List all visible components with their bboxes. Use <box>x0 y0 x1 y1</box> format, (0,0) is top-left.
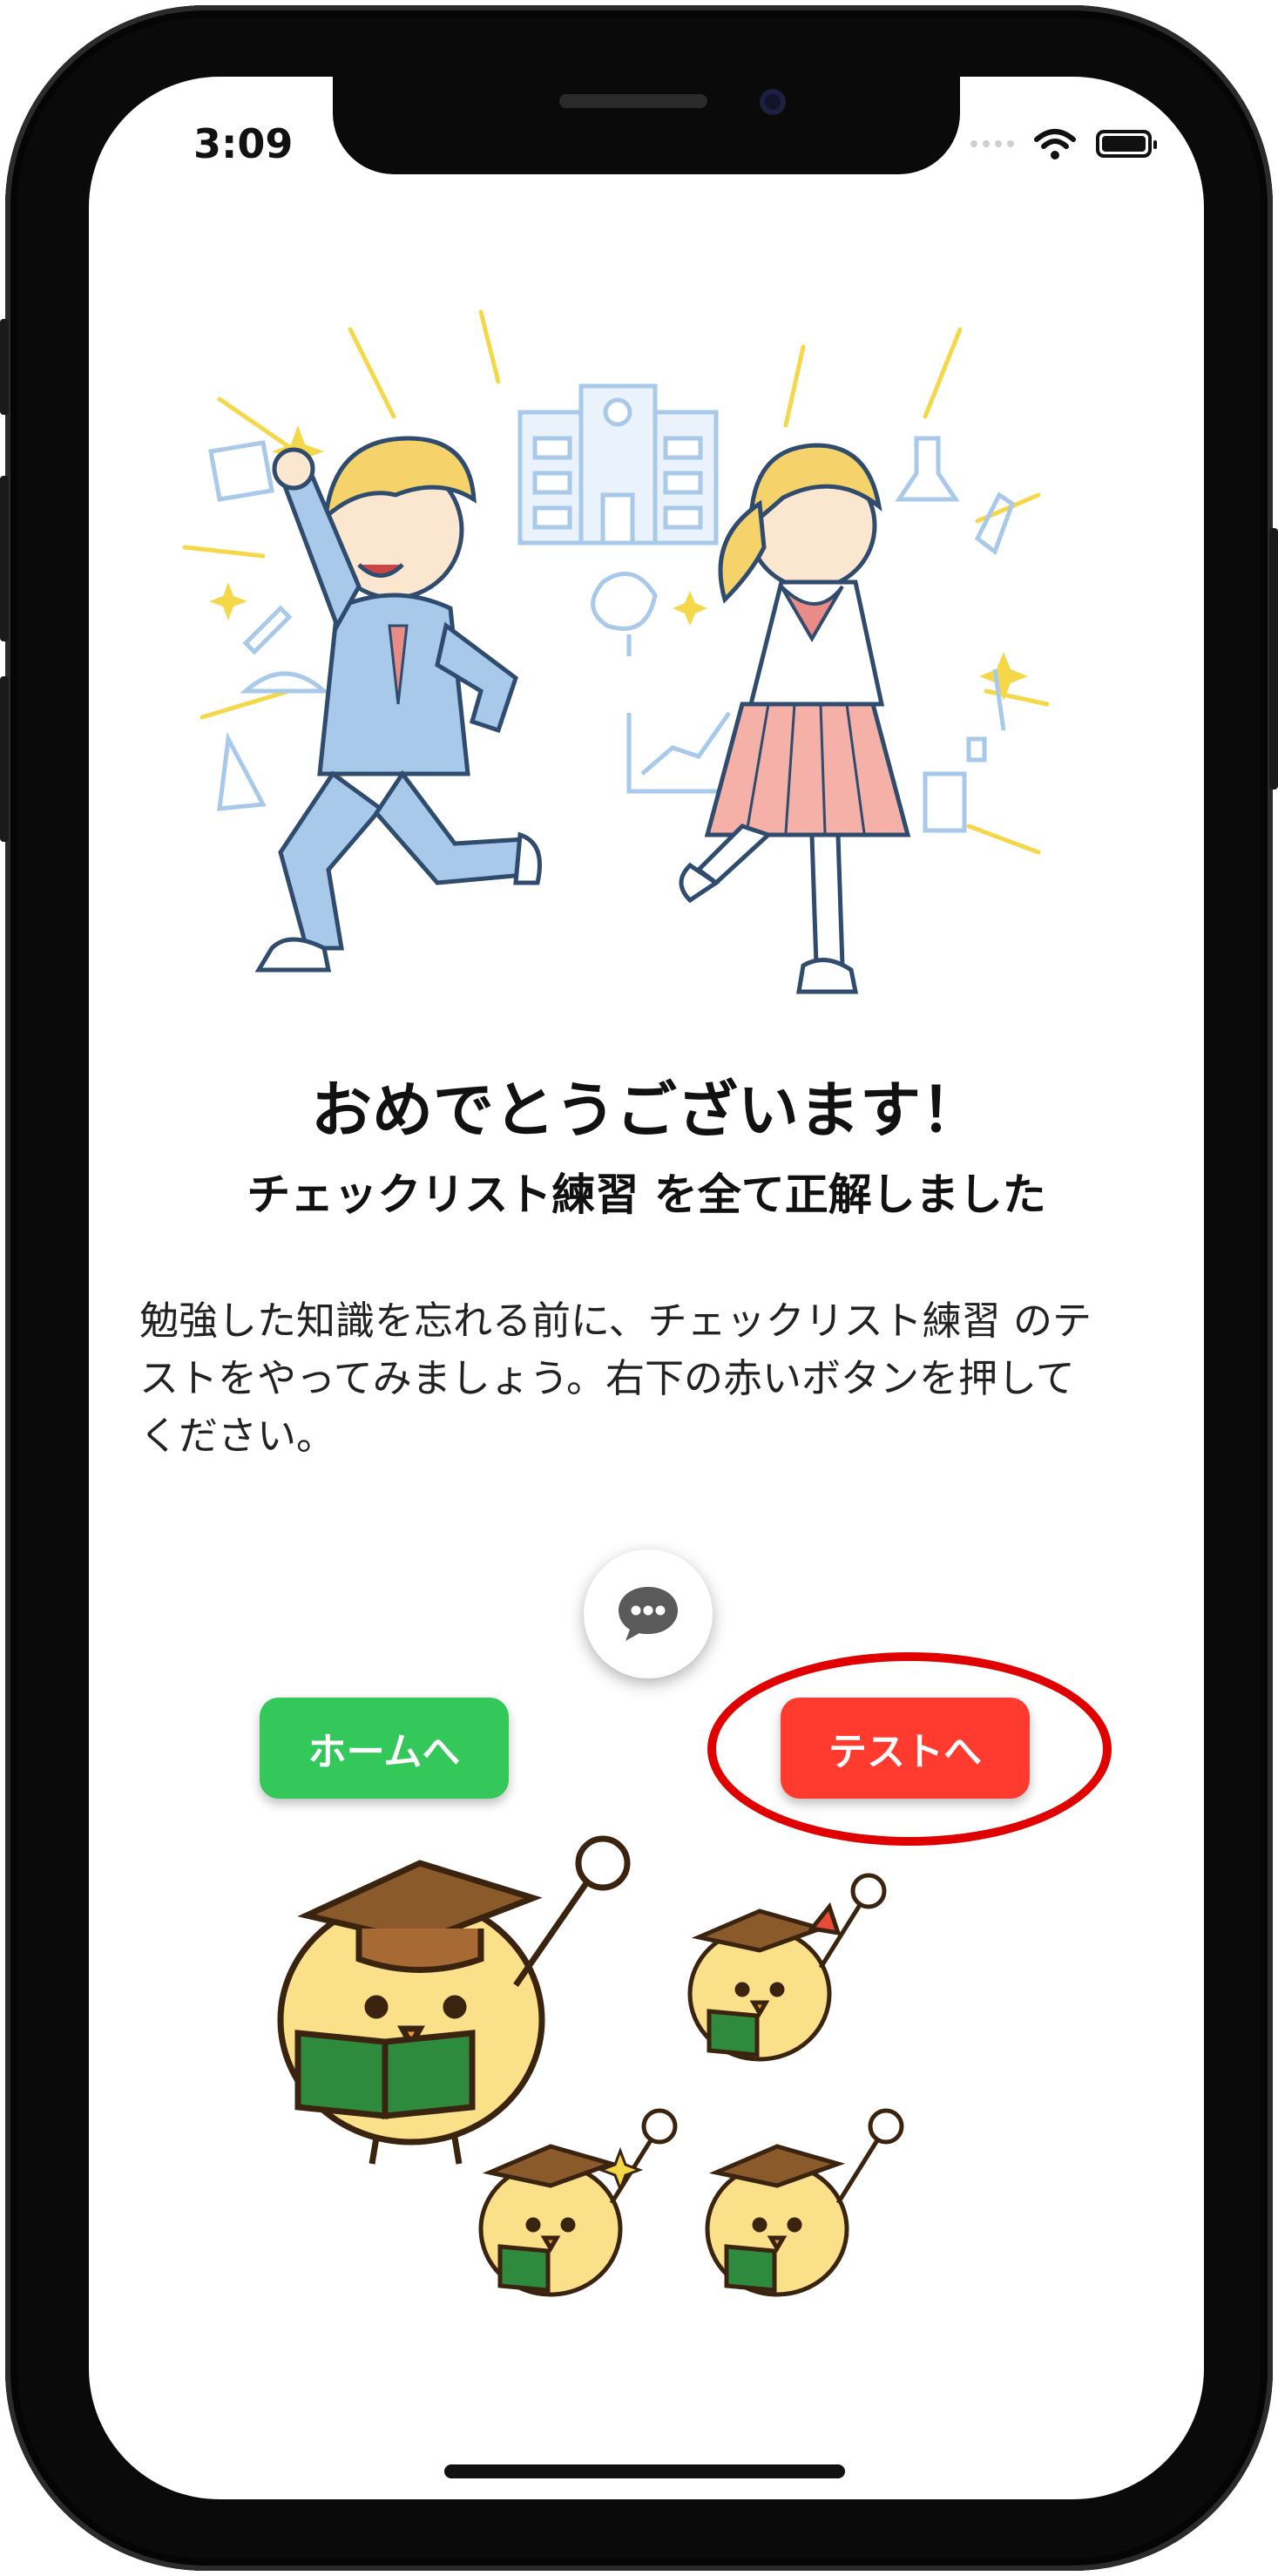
phone-frame: 3:09 おめでとうございます！ チェックリスト練習 を全て正解しました 勉強し… <box>0 5 1278 2571</box>
students-celebration-illustration <box>182 309 1050 994</box>
mute-switch <box>0 319 9 415</box>
instruction-text: 勉強した知識を忘れる前に、チェックリスト練習 のテ ストをやってみましょう。右下… <box>139 1292 1150 1465</box>
instruction-line: ストをやってみましょう。右下の赤いボタンを押して <box>139 1355 1075 1401</box>
power-button <box>1269 528 1278 790</box>
chat-button[interactable] <box>584 1549 713 1678</box>
small-chick <box>478 2108 678 2297</box>
battery-icon <box>1096 130 1157 158</box>
volume-up-button <box>0 476 9 641</box>
small-chick <box>705 2108 904 2297</box>
big-chick <box>277 1835 631 2165</box>
instruction-line: 勉強した知識を忘れる前に、チェックリスト練習 のテ <box>139 1298 1092 1344</box>
home-button[interactable]: ホームへ <box>260 1698 509 1799</box>
status-icons <box>970 127 1157 160</box>
small-chick <box>687 1873 887 2062</box>
congrats-title: おめでとうございます！ <box>311 1074 982 1146</box>
instruction-line: ください。 <box>139 1413 336 1459</box>
signal-dots-icon <box>970 140 1014 147</box>
chat-bubble-icon <box>619 1587 678 1641</box>
wifi-icon <box>1034 129 1076 159</box>
congrats-subtitle: チェックリスト練習 を全て正解しました <box>247 1169 1046 1220</box>
status-time: 3:09 <box>193 120 294 167</box>
chicks-illustration <box>277 1835 904 2297</box>
volume-down-button <box>0 676 9 842</box>
test-button-highlight <box>707 1652 1112 1846</box>
notch <box>333 77 960 174</box>
screen: 3:09 おめでとうございます！ チェックリスト練習 を全て正解しました 勉強し… <box>89 77 1204 2499</box>
front-camera <box>760 89 786 115</box>
home-indicator[interactable] <box>444 2464 845 2478</box>
speaker-grille <box>559 94 707 108</box>
